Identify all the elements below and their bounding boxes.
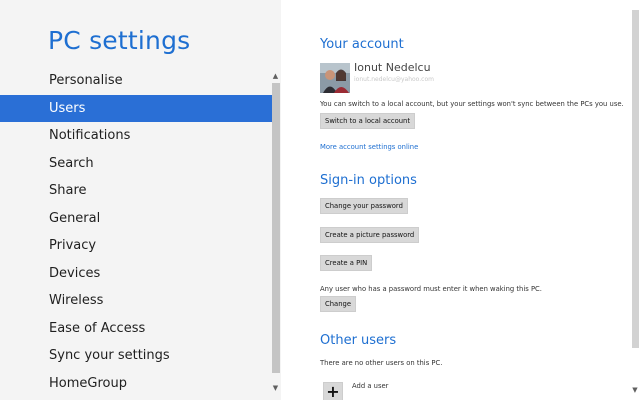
local-account-notice: You can switch to a local account, but y… bbox=[320, 100, 624, 108]
plus-icon[interactable]: + bbox=[323, 382, 343, 400]
users-content: Your account Ionut Nedelcu ionut.nedelcu… bbox=[281, 0, 640, 400]
nav-item-notifications[interactable]: Notifications bbox=[0, 122, 272, 150]
nav-item-personalise[interactable]: Personalise bbox=[0, 67, 272, 95]
your-account-heading: Your account bbox=[320, 37, 404, 52]
nav-scroll-thumb[interactable] bbox=[272, 83, 280, 373]
nav-item-sync-settings[interactable]: Sync your settings bbox=[0, 342, 272, 370]
nav-item-privacy[interactable]: Privacy bbox=[0, 232, 272, 260]
triangle-down-icon[interactable]: ▼ bbox=[270, 382, 281, 394]
user-name: Ionut Nedelcu bbox=[354, 61, 431, 74]
nav-item-general[interactable]: General bbox=[0, 205, 272, 233]
other-users-heading: Other users bbox=[320, 333, 397, 348]
add-user-label[interactable]: Add a user bbox=[352, 382, 388, 390]
triangle-up-icon[interactable]: ▲ bbox=[270, 70, 281, 82]
nav-item-share[interactable]: Share bbox=[0, 177, 272, 205]
content-scroll-thumb[interactable] bbox=[632, 10, 639, 348]
create-picture-password-button[interactable]: Create a picture password bbox=[320, 227, 420, 243]
nav-item-ease-of-access[interactable]: Ease of Access bbox=[0, 315, 272, 343]
nav-item-wireless[interactable]: Wireless bbox=[0, 287, 272, 315]
change-password-button[interactable]: Change your password bbox=[320, 198, 408, 214]
nav-scrollbar[interactable]: ▲ ▼ bbox=[270, 70, 281, 400]
sign-in-options-heading: Sign-in options bbox=[320, 173, 417, 188]
nav-item-search[interactable]: Search bbox=[0, 150, 272, 178]
page-title: PC settings bbox=[48, 26, 191, 55]
switch-local-account-button[interactable]: Switch to a local account bbox=[320, 113, 416, 129]
nav-item-devices[interactable]: Devices bbox=[0, 260, 272, 288]
triangle-down-icon[interactable]: ▼ bbox=[630, 386, 640, 394]
content-scrollbar[interactable]: ▼ bbox=[630, 0, 640, 400]
wake-password-notice: Any user who has a password must enter i… bbox=[320, 285, 542, 293]
change-wake-setting-button[interactable]: Change bbox=[320, 296, 357, 312]
nav-item-homegroup[interactable]: HomeGroup bbox=[0, 370, 272, 398]
settings-nav-list: Personalise Users Notifications Search S… bbox=[0, 67, 272, 397]
create-pin-button[interactable]: Create a PIN bbox=[320, 255, 373, 271]
nav-item-users[interactable]: Users bbox=[0, 94, 272, 122]
avatar bbox=[320, 63, 350, 93]
navigation-pane: PC settings Personalise Users Notificati… bbox=[0, 0, 281, 400]
user-email: ionut.nedelcu@yahoo.com bbox=[354, 76, 434, 83]
more-account-settings-link[interactable]: More account settings online bbox=[320, 143, 418, 151]
no-other-users-notice: There are no other users on this PC. bbox=[320, 359, 443, 367]
